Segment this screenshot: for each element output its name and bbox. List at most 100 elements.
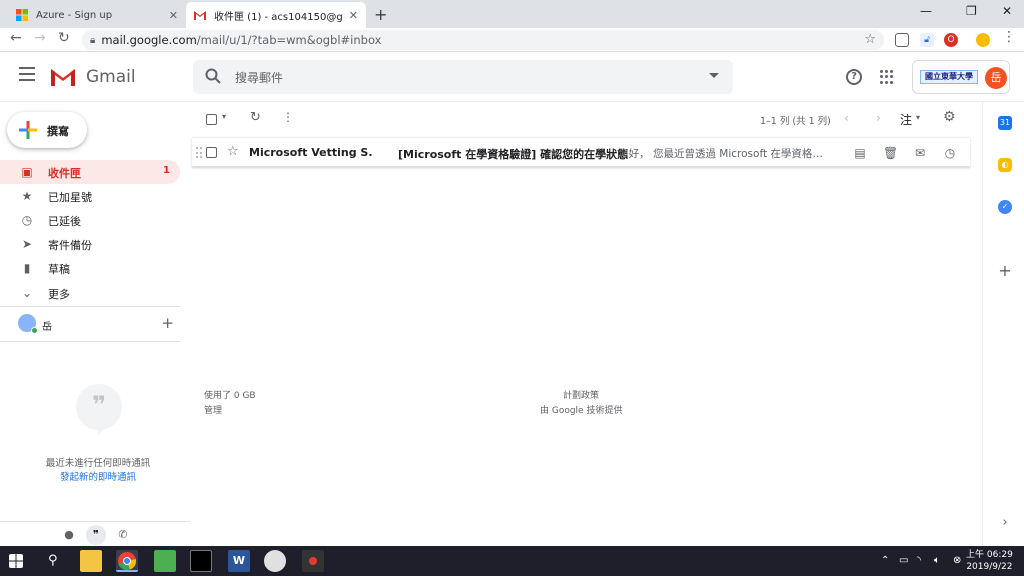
hangouts-user[interactable]: 岳 + [18, 314, 180, 336]
minimize-icon[interactable]: — [920, 4, 932, 18]
notification-icon[interactable]: ⊗ [953, 555, 961, 566]
sidebar-item-sent[interactable]: ➤ 寄件備份 [0, 232, 180, 256]
sidebar-item-more[interactable]: ⌄ 更多 [0, 281, 180, 305]
input-tools-button[interactable]: 注 [900, 111, 912, 128]
newer-page-icon[interactable]: ‹ [844, 111, 849, 125]
search-icon[interactable] [205, 68, 221, 84]
wifi-icon[interactable]: ◝ [917, 555, 921, 566]
restore-icon[interactable]: ❐ [966, 4, 977, 18]
close-tab-icon[interactable]: ✕ [169, 9, 178, 22]
windows-start-icon[interactable] [9, 554, 23, 568]
sidebar-item-snoozed[interactable]: ◷ 已延後 [0, 208, 180, 232]
table-row[interactable]: ☆ Microsoft Vetting S. [Microsoft 在學資格驗證… [192, 137, 970, 167]
close-window-icon[interactable]: ✕ [1002, 4, 1012, 18]
sidebar-item-drafts[interactable]: ▮ 草稿 [0, 256, 180, 280]
phone-icon[interactable]: ✆ [116, 528, 130, 542]
address-bar[interactable]: 🔒︎ mail.google.com/mail/u/1/?tab=wm&ogbl… [82, 30, 884, 50]
bulb-extension-icon[interactable] [976, 33, 990, 47]
calendar-icon[interactable]: 31 [998, 116, 1012, 130]
extension-lock-icon[interactable]: 🔓︎ [920, 33, 934, 47]
more-options-icon[interactable]: ⋮ [282, 110, 294, 124]
search-bar[interactable]: 搜尋郵件 [193, 60, 733, 94]
expand-panel-chevron-icon[interactable]: › [998, 516, 1012, 530]
tray-chevron-icon[interactable]: ⌃ [881, 555, 889, 566]
star-outline-icon[interactable]: ☆ [227, 144, 239, 159]
older-page-icon[interactable]: › [876, 111, 881, 125]
email-checkbox[interactable] [206, 147, 217, 158]
gmail-favicon-icon [194, 11, 206, 20]
search-options-dropdown-icon[interactable] [709, 73, 719, 78]
forward-icon[interactable]: → [34, 30, 46, 46]
manage-storage-link[interactable]: 管理 [204, 403, 222, 416]
search-input[interactable]: 搜尋郵件 [235, 69, 283, 86]
account-switcher[interactable]: 國立東華大學 岳 [912, 60, 1010, 94]
chrome-taskbar-button[interactable] [116, 550, 138, 572]
back-icon[interactable]: ← [10, 30, 22, 46]
tasks-icon[interactable]: ✓ [998, 200, 1012, 214]
powered-by-google: 由 Google 技術提供 [540, 406, 623, 416]
sidebar-item-starred[interactable]: ★ 已加星號 [0, 184, 180, 208]
program-policies-link[interactable]: 計劃政策 [563, 388, 599, 401]
paint-icon[interactable] [264, 550, 286, 572]
windows-taskbar: ⚲ W ⌃ ▭ ◝ 🔈︎ ⊗ 上午 06:29 2019/9/22 [0, 546, 1024, 576]
reload-icon[interactable]: ↻ [58, 30, 70, 46]
keep-icon[interactable]: ◐ [998, 158, 1012, 172]
archive-icon[interactable]: ▤ [853, 146, 867, 160]
select-all-checkbox[interactable] [206, 114, 217, 125]
drag-handle-icon[interactable] [196, 147, 202, 159]
word-icon[interactable]: W [228, 550, 250, 572]
compose-plus-icon [19, 121, 37, 139]
sidebar-item-label: 更多 [48, 288, 70, 301]
green-app-icon[interactable] [154, 550, 176, 572]
url-host: mail.google.com [101, 33, 197, 47]
email-subject: [Microsoft 在學資格驗證] 確認您的在學狀態 [398, 148, 629, 161]
sidebar-item-inbox[interactable]: ▣ 收件匣 1 [0, 160, 180, 184]
browser-tab-strip: Azure - Sign up ✕ 收件匣 (1) - acs104150@gm… [0, 0, 1024, 28]
recorder-icon[interactable] [302, 550, 324, 572]
side-panel-rail: 31 ◐ ✓ + › [982, 102, 1024, 546]
mark-as-read-icon[interactable]: ✉ [913, 146, 927, 160]
new-conversation-plus-icon[interactable]: + [161, 314, 174, 332]
compose-button[interactable]: 撰寫 [7, 112, 87, 148]
chevron-down-icon: ⌄ [21, 286, 33, 300]
taskbar-clock[interactable]: 上午 06:29 2019/9/22 [966, 549, 1013, 573]
file-explorer-icon[interactable] [80, 550, 102, 572]
tab-gmail[interactable]: 收件匣 (1) - acs104150@gm.ntc ✕ [186, 2, 366, 28]
compose-label: 撰寫 [47, 125, 69, 138]
select-dropdown-icon[interactable]: ▾ [222, 112, 226, 121]
contacts-person-icon[interactable]: ● [62, 528, 76, 542]
new-tab-icon[interactable]: + [374, 5, 387, 24]
google-apps-icon[interactable] [880, 70, 894, 84]
organization-logo: 國立東華大學 [920, 70, 978, 84]
tab-azure[interactable]: Azure - Sign up ✕ [8, 2, 186, 28]
pagination-text: 1–1 列 (共 1 列) [760, 116, 831, 127]
browser-menu-icon[interactable]: ⋮ [1002, 29, 1016, 45]
browser-toolbar: ← → ↻ 🔒︎ mail.google.com/mail/u/1/?tab=w… [0, 28, 1024, 52]
help-icon[interactable]: ? [846, 69, 862, 85]
delete-trash-icon[interactable]: 🗑︎ [883, 146, 898, 160]
list-toolbar: ▾ ↻ ⋮ 1–1 列 (共 1 列) ‹ › 注 ▾ ⚙ [192, 103, 972, 135]
get-addons-plus-icon[interactable]: + [998, 263, 1012, 279]
gmail-header: Gmail 搜尋郵件 ? 國立東華大學 岳 [0, 52, 1024, 102]
volume-icon[interactable]: 🔈︎ [934, 555, 940, 566]
inbox-icon: ▣ [21, 165, 33, 179]
sidebar-item-label: 草稿 [48, 263, 70, 276]
start-new-chat-link[interactable]: 發起新的即時通訊 [0, 469, 196, 483]
avatar[interactable]: 岳 [985, 67, 1007, 89]
close-tab-icon[interactable]: ✕ [349, 9, 358, 22]
hangouts-chat-icon[interactable]: ❞ [86, 525, 106, 545]
settings-gear-icon[interactable]: ⚙ [943, 109, 956, 125]
refresh-icon[interactable]: ↻ [250, 110, 261, 125]
star-icon: ★ [21, 189, 33, 203]
snooze-clock-icon[interactable]: ◷ [943, 146, 957, 160]
search-icon[interactable]: ⚲ [48, 553, 58, 568]
bookmark-star-icon[interactable]: ☆ [864, 32, 876, 47]
clock-icon: ◷ [21, 213, 33, 227]
online-status-dot [31, 327, 38, 334]
opera-extension-icon[interactable]: O [944, 33, 958, 47]
extension-icon[interactable] [895, 33, 909, 47]
battery-icon[interactable]: ▭ [899, 555, 908, 566]
main-menu-icon[interactable] [19, 67, 35, 81]
input-tools-dropdown-icon[interactable]: ▾ [916, 113, 920, 122]
terminal-icon[interactable] [190, 550, 212, 572]
